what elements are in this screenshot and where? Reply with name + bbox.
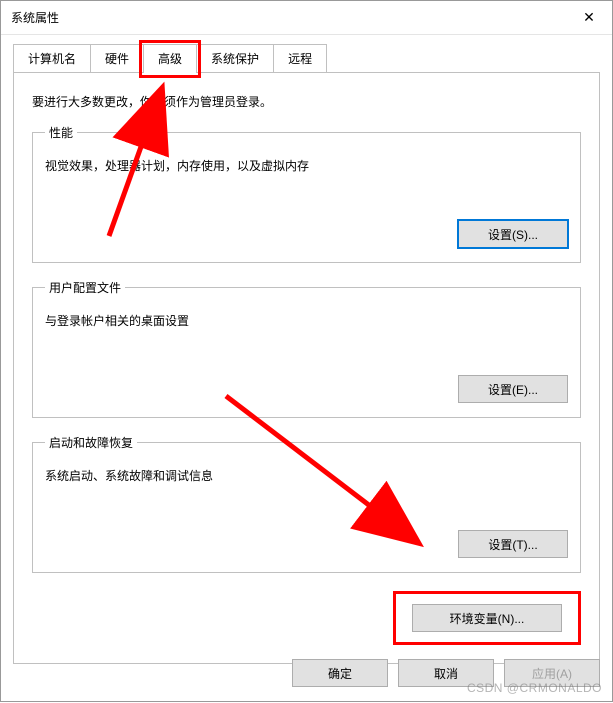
performance-settings-button[interactable]: 设置(S)... [458,220,568,248]
tab-advanced[interactable]: 高级 [143,44,197,72]
advanced-pane: 要进行大多数更改，你必须作为管理员登录。 性能 视觉效果，处理器计划，内存使用，… [13,73,600,664]
window-title: 系统属性 [11,9,566,26]
tab-remote[interactable]: 远程 [273,44,327,72]
startup-desc: 系统启动、系统故障和调试信息 [45,467,568,484]
highlight-env-button: 环境变量(N)... [393,591,581,645]
apply-button[interactable]: 应用(A) [504,659,600,687]
intro-text: 要进行大多数更改，你必须作为管理员登录。 [32,93,581,110]
titlebar: 系统属性 ✕ [1,1,612,35]
ok-button[interactable]: 确定 [292,659,388,687]
startup-group: 启动和故障恢复 系统启动、系统故障和调试信息 设置(T)... [32,434,581,573]
close-icon: ✕ [583,9,595,26]
user-profiles-group: 用户配置文件 与登录帐户相关的桌面设置 设置(E)... [32,279,581,418]
performance-group: 性能 视觉效果，处理器计划，内存使用，以及虚拟内存 设置(S)... [32,124,581,263]
cancel-button[interactable]: 取消 [398,659,494,687]
tab-computer-name[interactable]: 计算机名 [13,44,91,72]
tab-hardware[interactable]: 硬件 [90,44,144,72]
startup-settings-button[interactable]: 设置(T)... [458,530,568,558]
env-row: 环境变量(N)... [32,591,581,645]
startup-title: 启动和故障恢复 [45,434,137,451]
tabstrip: 计算机名 硬件 高级 系统保护 远程 [13,45,600,73]
user-profiles-settings-button[interactable]: 设置(E)... [458,375,568,403]
tab-system-protection[interactable]: 系统保护 [196,44,274,72]
dialog-buttons: 确定 取消 应用(A) [292,659,600,687]
user-profiles-title: 用户配置文件 [45,279,125,296]
user-profiles-desc: 与登录帐户相关的桌面设置 [45,312,568,329]
performance-title: 性能 [45,124,77,141]
content-area: 计算机名 硬件 高级 系统保护 远程 要进行大多数更改，你必须作为管理员登录。 … [1,35,612,664]
close-button[interactable]: ✕ [566,1,612,35]
environment-variables-button[interactable]: 环境变量(N)... [412,604,562,632]
performance-desc: 视觉效果，处理器计划，内存使用，以及虚拟内存 [45,157,568,174]
